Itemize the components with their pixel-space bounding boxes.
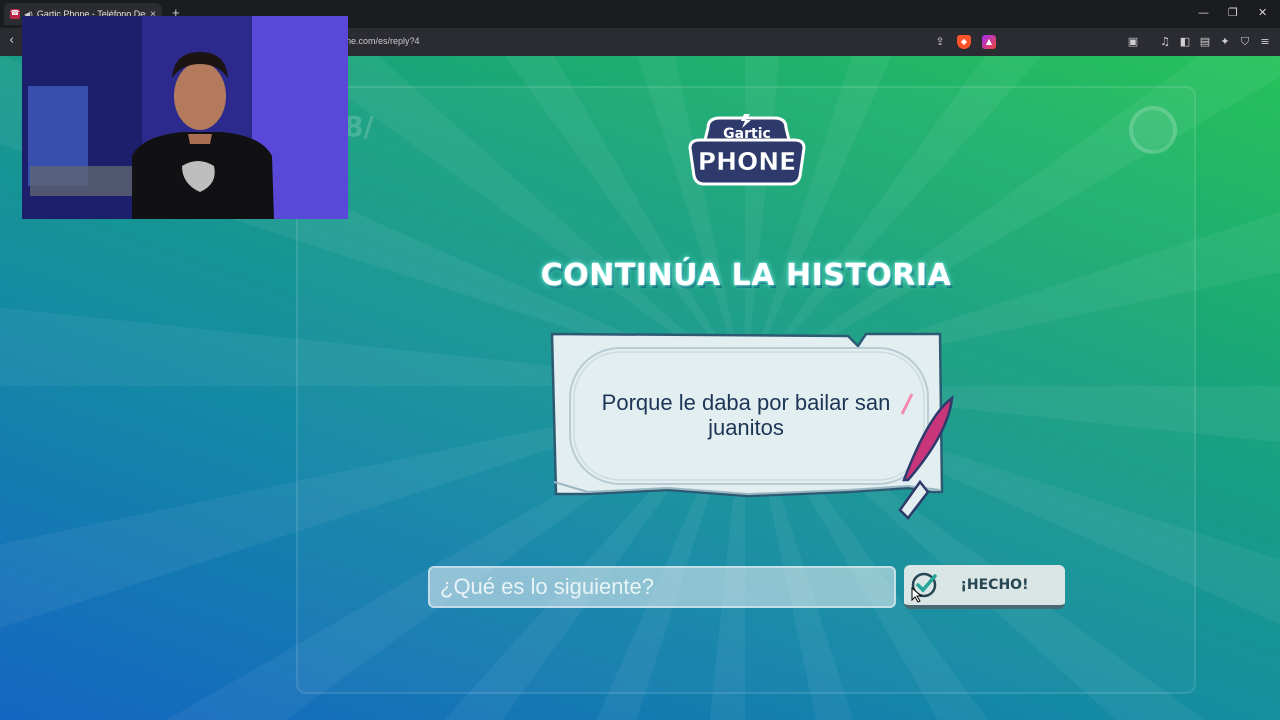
music-icon[interactable]: ♫ — [1158, 35, 1172, 49]
next-story-input[interactable] — [428, 566, 896, 608]
minimize-button[interactable]: — — [1198, 6, 1209, 19]
back-icon[interactable]: ‹ — [9, 33, 14, 48]
timer-icon — [1129, 106, 1177, 154]
page-title: CONTINÚA LA HISTORIA — [540, 258, 952, 293]
close-window-button[interactable]: ✕ — [1258, 6, 1267, 19]
logo-top-text: Gartic — [723, 126, 771, 142]
address-bar[interactable]: ne.com/es/reply?4 — [346, 36, 420, 46]
rewards-icon[interactable]: ▲ — [982, 35, 996, 49]
cursor-icon — [911, 587, 923, 603]
brave-shield-icon[interactable]: ◆ — [957, 35, 971, 49]
wallet-icon[interactable]: ▤ — [1198, 35, 1212, 49]
done-button[interactable]: ¡HECHO! — [904, 565, 1065, 609]
webcam-overlay — [22, 16, 348, 219]
panel-icon[interactable]: ◧ — [1178, 35, 1192, 49]
menu-icon[interactable]: ≡ — [1258, 35, 1272, 49]
share-icon[interactable]: ⇪ — [933, 35, 947, 49]
story-text: Porque le daba por bailar san juanitos — [601, 390, 891, 440]
done-button-label: ¡HECHO! — [960, 577, 1029, 593]
sidebar-icon[interactable]: ▣ — [1126, 35, 1140, 49]
screen: ☎ ◀) Gartic Phone - Teléfono Desc × + — … — [0, 0, 1280, 720]
gartic-favicon-icon: ☎ — [10, 9, 20, 19]
logo-bottom-text: PHONE — [698, 147, 797, 176]
restore-button[interactable]: ❐ — [1228, 6, 1238, 19]
vpn-icon[interactable]: ⛉ — [1238, 35, 1252, 49]
leo-icon[interactable]: ✦ — [1218, 35, 1232, 49]
gartic-phone-logo: Gartic PHONE — [688, 114, 806, 186]
round-counter: 8/ — [344, 110, 374, 143]
